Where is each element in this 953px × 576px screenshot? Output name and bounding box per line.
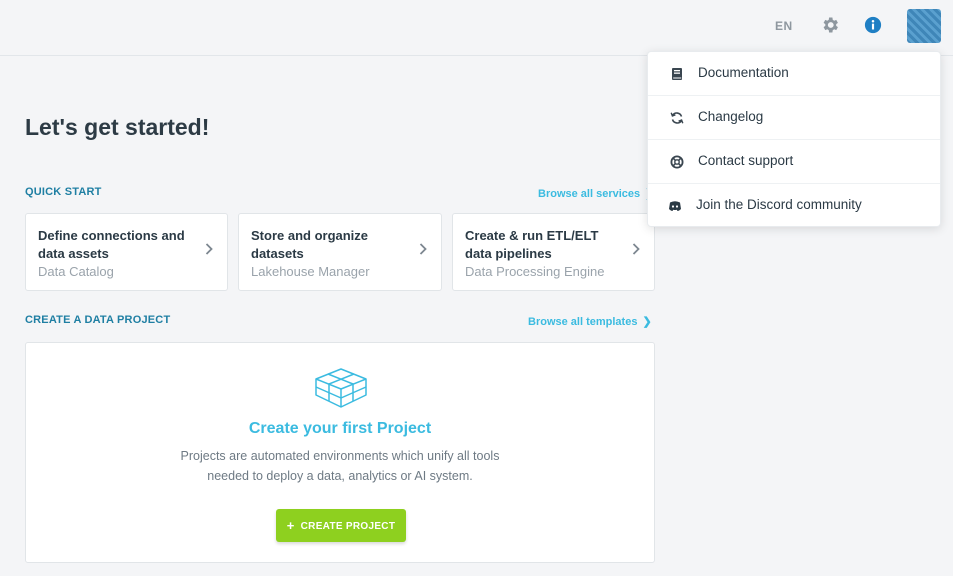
- quick-start-card-processing[interactable]: Create & run ETL/ELT data pipelines Data…: [452, 213, 655, 291]
- card-subtitle: Lakehouse Manager: [251, 264, 370, 279]
- menu-item-label: Changelog: [698, 109, 764, 124]
- chevron-right-icon: ❯: [642, 316, 652, 328]
- chevron-right-icon: [419, 243, 427, 255]
- help-menu: Documentation Changelog Contact support …: [647, 51, 941, 227]
- card-title: Define connections and data assets: [38, 228, 185, 261]
- menu-item-label: Join the Discord community: [696, 197, 862, 212]
- data-project-label: CREATE A DATA PROJECT: [25, 314, 171, 326]
- browse-services-label: Browse all services: [538, 188, 641, 200]
- cube-icon: [315, 368, 367, 408]
- card-title: Store and organize datasets: [251, 228, 369, 261]
- description-line-1: Projects are automated environments whic…: [180, 449, 500, 463]
- browse-templates-label: Browse all templates: [528, 316, 638, 328]
- quick-start-card-lakehouse[interactable]: Store and organize datasets Lakehouse Ma…: [238, 213, 442, 291]
- book-icon: [672, 68, 682, 80]
- menu-item-label: Documentation: [698, 65, 789, 80]
- page-title: Let's get started!: [25, 114, 210, 140]
- menu-item-label: Contact support: [698, 153, 794, 168]
- create-project-panel: Create your first Project Projects are a…: [25, 342, 655, 563]
- chevron-right-icon: [632, 243, 640, 255]
- card-subtitle: Data Catalog: [38, 264, 114, 279]
- menu-item-discord[interactable]: Join the Discord community: [648, 184, 940, 228]
- refresh-icon: [670, 112, 684, 124]
- discord-icon: [669, 201, 681, 211]
- create-project-label: CREATE PROJECT: [300, 521, 396, 532]
- create-project-heading: Create your first Project: [248, 420, 432, 437]
- card-title: Create & run ETL/ELT data pipelines: [465, 228, 599, 261]
- quick-start-card-data-catalog[interactable]: Define connections and data assets Data …: [25, 213, 228, 291]
- language-selector[interactable]: EN: [775, 19, 793, 33]
- create-project-button[interactable]: + CREATE PROJECT: [276, 509, 406, 542]
- menu-item-documentation[interactable]: Documentation: [648, 52, 940, 96]
- gear-icon[interactable]: [820, 15, 840, 35]
- browse-templates-link[interactable]: Browse all templates ❯: [528, 315, 652, 328]
- info-icon[interactable]: [864, 16, 882, 34]
- quick-start-label: QUICK START: [25, 186, 102, 198]
- description-line-2: needed to deploy a data, analytics or AI…: [207, 469, 473, 483]
- plus-icon: +: [286, 518, 295, 533]
- top-bar: EN: [0, 0, 953, 56]
- browse-services-link[interactable]: Browse all services❯: [538, 187, 654, 200]
- menu-item-contact-support[interactable]: Contact support: [648, 140, 940, 184]
- create-project-description: Projects are automated environments whic…: [26, 446, 654, 486]
- lifebuoy-icon: [670, 155, 684, 169]
- chevron-right-icon: [205, 243, 213, 255]
- card-subtitle: Data Processing Engine: [465, 264, 605, 279]
- avatar[interactable]: [907, 9, 941, 43]
- menu-item-changelog[interactable]: Changelog: [648, 96, 940, 140]
